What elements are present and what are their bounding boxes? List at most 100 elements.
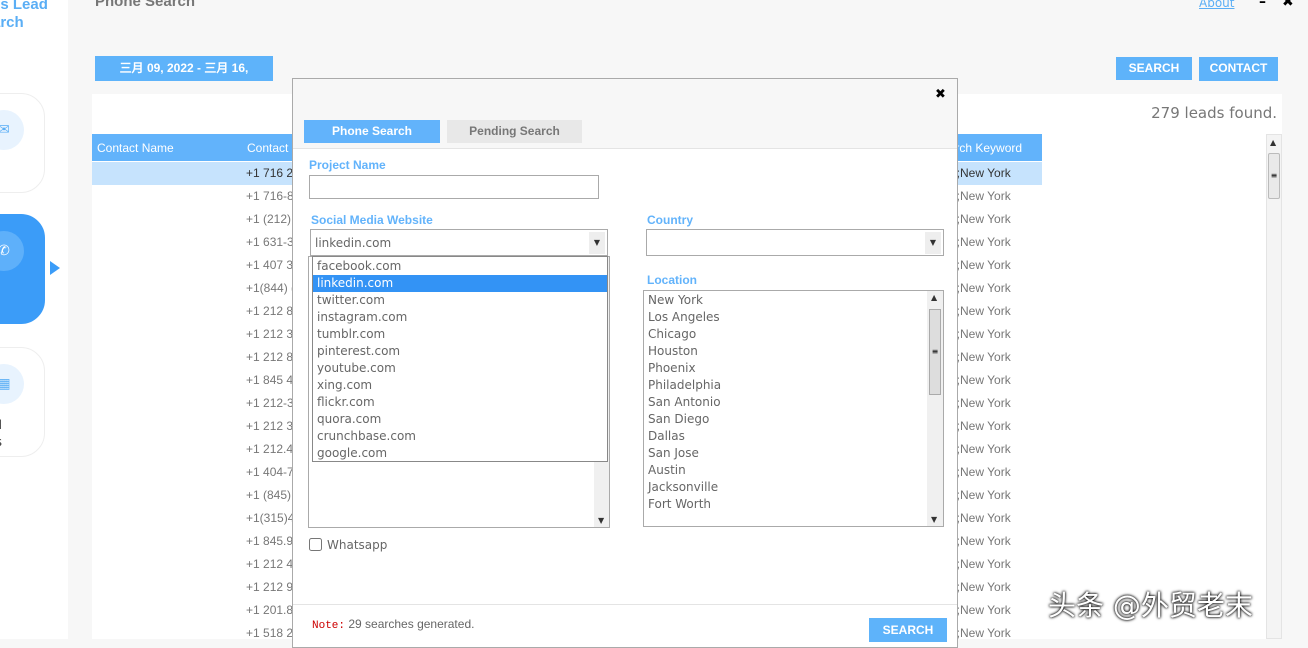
watermark: 头条 @外贸老末 bbox=[1048, 589, 1253, 622]
sidebar-item-phone[interactable]: ✆ hone bbox=[0, 214, 45, 324]
building-icon: ▦ bbox=[0, 364, 24, 404]
location-option[interactable]: Fort Worth bbox=[644, 496, 943, 513]
country-label: Country bbox=[647, 213, 693, 227]
brand-line: arch bbox=[0, 14, 24, 31]
keyword-cell: d;New York bbox=[950, 350, 1011, 364]
location-scrollbar[interactable]: ▲ ≡ ▼ bbox=[927, 291, 943, 526]
keyword-cell: d;New York bbox=[950, 212, 1011, 226]
scroll-thumb[interactable]: ≡ bbox=[1268, 153, 1280, 199]
location-option[interactable]: Chicago bbox=[644, 326, 943, 343]
note-label: Note: bbox=[312, 620, 346, 632]
keyword-cell: d;New York bbox=[950, 327, 1011, 341]
modal-close-icon[interactable]: ✖ bbox=[935, 87, 946, 102]
keyword-cell: d;New York bbox=[950, 166, 1011, 180]
selected-value: linkedin.com bbox=[315, 236, 392, 250]
sidebar: ss Leadarch ✉ nail ✆ hone ▦ ocal siness bbox=[0, 0, 68, 639]
location-option[interactable]: Phoenix bbox=[644, 360, 943, 377]
keyword-cell: d;New York bbox=[950, 603, 1011, 617]
dropdown-option[interactable]: twitter.com bbox=[313, 292, 607, 309]
dropdown-arrow-icon[interactable]: ▼ bbox=[589, 232, 605, 254]
keyword-cell: d;New York bbox=[950, 465, 1011, 479]
keyword-cell: d;New York bbox=[950, 488, 1011, 502]
keyword-cell: d;New York bbox=[950, 281, 1011, 295]
scroll-thumb[interactable]: ≡ bbox=[929, 309, 941, 395]
brand-title: ss Leadarch bbox=[0, 0, 48, 32]
location-listbox[interactable]: New York Los Angeles Chicago Houston Phoenix… bbox=[643, 290, 944, 527]
dropdown-option[interactable]: tumblr.com bbox=[313, 326, 607, 343]
keyword-cell: d;New York bbox=[950, 626, 1011, 640]
dropdown-option[interactable]: quora.com bbox=[313, 411, 607, 428]
page-title: Phone Search bbox=[95, 0, 196, 10]
phone-icon: ✆ bbox=[0, 231, 24, 271]
dropdown-option[interactable]: facebook.com bbox=[313, 258, 607, 275]
whatsapp-label: Whatsapp bbox=[327, 538, 388, 552]
location-option[interactable]: Houston bbox=[644, 343, 943, 360]
label-line: ocal bbox=[0, 418, 2, 432]
phone-cell: +1 212-3 bbox=[246, 396, 294, 410]
scroll-down-icon[interactable]: ▼ bbox=[598, 516, 604, 525]
results-scrollbar[interactable]: ▲ ≡ bbox=[1266, 134, 1282, 639]
keyword-cell: d;New York bbox=[950, 442, 1011, 456]
scroll-up-icon[interactable]: ▲ bbox=[1270, 138, 1276, 147]
keyword-cell: d;New York bbox=[950, 534, 1011, 548]
keyword-cell: d;New York bbox=[950, 373, 1011, 387]
dropdown-arrow-icon[interactable]: ▼ bbox=[925, 232, 941, 254]
footer-divider bbox=[293, 604, 957, 605]
scroll-down-icon[interactable]: ▼ bbox=[931, 515, 937, 524]
country-select[interactable]: ▼ bbox=[646, 229, 944, 256]
dropdown-option[interactable]: xing.com bbox=[313, 377, 607, 394]
location-option[interactable]: San Diego bbox=[644, 411, 943, 428]
keyword-cell: d;New York bbox=[950, 419, 1011, 433]
contact-button[interactable]: CONTACT bbox=[1199, 57, 1278, 81]
search-button[interactable]: SEARCH bbox=[1116, 57, 1192, 80]
dropdown-option[interactable]: instagram.com bbox=[313, 309, 607, 326]
sidebar-item-label: ocal siness bbox=[0, 417, 2, 451]
whatsapp-checkbox[interactable] bbox=[309, 538, 322, 551]
location-option[interactable]: Philadelphia bbox=[644, 377, 943, 394]
about-link[interactable]: About bbox=[1199, 0, 1234, 10]
keyword-cell: d;New York bbox=[950, 189, 1011, 203]
minimize-button[interactable]: – bbox=[1259, 0, 1266, 10]
location-option[interactable]: Austin bbox=[644, 462, 943, 479]
location-option[interactable]: New York bbox=[644, 292, 943, 309]
leads-count: 279 leads found. bbox=[1151, 104, 1277, 122]
keyword-cell: d;New York bbox=[950, 580, 1011, 594]
location-option[interactable]: Dallas bbox=[644, 428, 943, 445]
tab-pending-search[interactable]: Pending Search bbox=[447, 120, 582, 143]
keyword-cell: d;New York bbox=[950, 235, 1011, 249]
column-header[interactable]: Contact Name bbox=[97, 141, 174, 155]
phone-search-modal: ✖ Phone Search Pending Search Project Na… bbox=[292, 78, 958, 648]
dropdown-option[interactable]: google.com bbox=[313, 445, 607, 462]
location-option[interactable]: San Jose bbox=[644, 445, 943, 462]
social-media-dropdown[interactable]: facebook.com linkedin.com twitter.com insta… bbox=[312, 256, 608, 462]
note-text: 29 searches generated. bbox=[348, 617, 475, 631]
keyword-cell: d;New York bbox=[950, 557, 1011, 571]
keyword-cell: d;New York bbox=[950, 511, 1011, 525]
dropdown-option[interactable]: flickr.com bbox=[313, 394, 607, 411]
scroll-up-icon[interactable]: ▲ bbox=[931, 293, 937, 302]
note: Note: 29 searches generated. bbox=[312, 617, 474, 632]
active-indicator bbox=[50, 261, 60, 275]
keyword-cell: d;New York bbox=[950, 258, 1011, 272]
keyword-cell: d;New York bbox=[950, 396, 1011, 410]
tab-phone-search[interactable]: Phone Search bbox=[304, 120, 440, 143]
modal-search-button[interactable]: SEARCH bbox=[869, 618, 947, 642]
sidebar-item-local-business[interactable]: ▦ ocal siness bbox=[0, 347, 45, 457]
sidebar-item-email[interactable]: ✉ nail bbox=[0, 93, 45, 193]
social-media-label: Social Media Website bbox=[311, 213, 433, 227]
social-media-select[interactable]: linkedin.com ▼ bbox=[310, 229, 608, 256]
location-option[interactable]: Los Angeles bbox=[644, 309, 943, 326]
close-window-button[interactable]: ✖ bbox=[1282, 0, 1294, 10]
dropdown-option[interactable]: crunchbase.com bbox=[313, 428, 607, 445]
location-label: Location bbox=[647, 273, 697, 287]
keyword-cell: d;New York bbox=[950, 304, 1011, 318]
location-option[interactable]: San Antonio bbox=[644, 394, 943, 411]
label-line: siness bbox=[0, 434, 2, 451]
brand-line: ss Lead bbox=[0, 0, 48, 13]
dropdown-option[interactable]: pinterest.com bbox=[313, 343, 607, 360]
date-range-picker[interactable]: 三月 09, 2022 - 三月 16, bbox=[95, 56, 273, 81]
dropdown-option[interactable]: youtube.com bbox=[313, 360, 607, 377]
location-option[interactable]: Jacksonville bbox=[644, 479, 943, 496]
dropdown-option[interactable]: linkedin.com bbox=[313, 275, 607, 292]
project-name-input[interactable] bbox=[309, 175, 599, 199]
